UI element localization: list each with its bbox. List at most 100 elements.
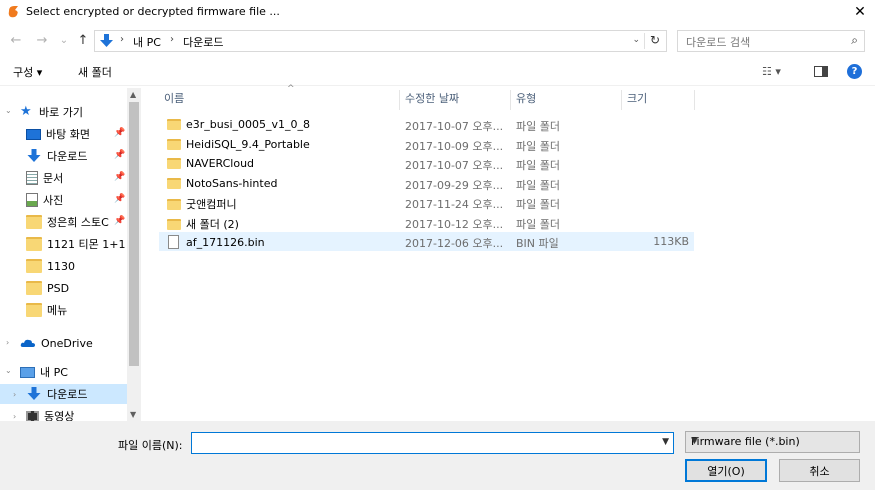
folder-icon: [167, 178, 181, 189]
folder-icon: [26, 215, 42, 229]
file-type: 파일 폴더: [516, 179, 560, 192]
file-size: 113KB: [653, 235, 689, 248]
file-row[interactable]: e3r_busi_0005_v1_0_8 2017-10-07 오후... 파일…: [159, 115, 694, 134]
search-icon[interactable]: ⌕: [851, 33, 858, 48]
expand-chevron-icon[interactable]: ›: [13, 412, 16, 421]
nav-onedrive[interactable]: OneDrive: [20, 333, 93, 353]
breadcrumb-this-pc[interactable]: 내 PC: [133, 34, 161, 50]
close-button[interactable]: ✕: [845, 0, 875, 24]
search-box[interactable]: 다운로드 검색 ⌕: [677, 30, 865, 52]
folder-icon: [26, 259, 42, 273]
cancel-button[interactable]: 취소: [779, 459, 860, 482]
nav-item-folder[interactable]: 메뉴: [26, 300, 67, 320]
file-type: 파일 폴더: [516, 218, 560, 231]
file-name-cell: af_171126.bin: [167, 235, 265, 249]
nav-item-pictures[interactable]: 사진: [26, 190, 63, 210]
pictures-icon: [26, 193, 38, 207]
computer-icon: [20, 366, 35, 378]
nav-item-documents[interactable]: 문서: [26, 168, 63, 188]
file-type: 파일 폴더: [516, 159, 560, 172]
file-name: HeidiSQL_9.4_Portable: [186, 138, 310, 151]
refresh-icon[interactable]: ↻: [650, 33, 660, 47]
column-header-name[interactable]: 이름 ^: [159, 84, 400, 110]
breadcrumb-separator: ›: [170, 34, 174, 45]
file-icon: [168, 235, 179, 249]
file-row[interactable]: NotoSans-hinted 2017-09-29 오후... 파일 폴더: [159, 174, 694, 193]
file-row[interactable]: 굿앤컴퍼니 2017-11-24 오후... 파일 폴더: [159, 193, 694, 212]
organize-button[interactable]: 구성 ▾: [13, 64, 42, 80]
nav-item-folder[interactable]: 정은희 스토C: [26, 212, 109, 232]
nav-item-downloads[interactable]: 다운로드: [26, 146, 87, 166]
expand-chevron-icon[interactable]: ›: [13, 390, 16, 399]
folder-icon: [167, 198, 181, 210]
nav-item-folder[interactable]: 1130: [26, 256, 75, 276]
nav-label: 다운로드: [47, 388, 88, 401]
pin-icon: 📌: [114, 194, 126, 204]
view-options-icon[interactable]: ☷ ▾: [762, 65, 781, 78]
address-divider: [644, 33, 645, 49]
filename-combobox[interactable]: ▼: [191, 432, 674, 454]
nav-item-desktop[interactable]: 바탕 화면: [26, 124, 90, 144]
video-icon: [26, 410, 39, 421]
column-label: 이름: [164, 92, 185, 105]
file-type: 파일 폴더: [516, 198, 560, 211]
download-arrow-icon: [100, 34, 113, 47]
breadcrumb-downloads[interactable]: 다운로드: [183, 34, 223, 50]
filetype-select[interactable]: Firmware file (*.bin) ▼: [685, 431, 860, 453]
navigation-pane: ⌄ ★ 바로 가기 바탕 화면 📌 다운로드 📌 문서 📌 사진 📌 정은희 스…: [0, 88, 141, 421]
up-button[interactable]: ↑: [75, 32, 91, 48]
download-icon: [27, 387, 41, 400]
file-date: 2017-10-12 오후...: [405, 218, 504, 231]
file-name: af_171126.bin: [186, 235, 265, 249]
address-bar[interactable]: › 내 PC › 다운로드 ⌄ ↻: [94, 30, 667, 52]
nav-label: 동영상: [44, 410, 75, 421]
file-row[interactable]: NAVERCloud 2017-10-07 오후... 파일 폴더: [159, 154, 694, 173]
file-row[interactable]: HeidiSQL_9.4_Portable 2017-10-09 오후... 파…: [159, 135, 694, 154]
column-header-type[interactable]: 유형: [511, 90, 622, 110]
filename-input[interactable]: [196, 435, 646, 451]
new-folder-button[interactable]: 새 폴더: [78, 64, 112, 80]
help-icon[interactable]: ?: [847, 64, 862, 79]
nav-label: 메뉴: [47, 304, 68, 317]
file-name-cell: 굿앤컴퍼니: [167, 196, 237, 212]
column-header-size[interactable]: 크기: [622, 90, 695, 110]
column-label: 크기: [627, 92, 648, 105]
nav-item-folder[interactable]: PSD: [26, 278, 69, 298]
nav-scrollbar[interactable]: ▲ ▼: [127, 88, 141, 421]
desktop-icon: [26, 128, 41, 140]
expand-chevron-icon[interactable]: ›: [6, 338, 9, 347]
search-placeholder: 다운로드 검색: [686, 36, 751, 49]
forward-button[interactable]: →: [34, 32, 50, 48]
scroll-up-icon[interactable]: ▲: [130, 90, 136, 99]
open-button[interactable]: 열기(O): [685, 459, 767, 482]
pin-icon: 📌: [114, 172, 126, 182]
folder-icon: [26, 237, 42, 251]
nav-label: 바로 가기: [39, 106, 83, 119]
nav-this-pc[interactable]: 내 PC: [20, 362, 68, 382]
folder-icon: [167, 158, 181, 169]
column-header-date[interactable]: 수정한 날짜: [400, 90, 511, 110]
chevron-down-icon[interactable]: ▼: [691, 436, 854, 446]
nav-item-folder[interactable]: 1121 티몬 1+1: [26, 234, 125, 254]
file-row-selected[interactable]: af_171126.bin 2017-12-06 오후... BIN 파일 11…: [159, 232, 694, 251]
chevron-down-icon[interactable]: ▼: [662, 437, 669, 447]
nav-item-videos[interactable]: 동영상: [26, 406, 74, 421]
collapse-chevron-icon[interactable]: ⌄: [5, 106, 12, 115]
file-name: e3r_busi_0005_v1_0_8: [186, 118, 311, 131]
title-bar: Select encrypted or decrypted firmware f…: [0, 0, 875, 24]
navigation-row: ← → ⌄ ↑ › 내 PC › 다운로드 ⌄ ↻ 다운로드 검색 ⌕: [0, 28, 875, 54]
file-date: 2017-12-06 오후...: [405, 237, 504, 250]
preview-pane-icon[interactable]: [814, 66, 828, 77]
recent-locations-button[interactable]: ⌄: [56, 32, 72, 48]
collapse-chevron-icon[interactable]: ⌄: [5, 366, 12, 375]
star-icon: ★: [20, 104, 32, 119]
address-dropdown-icon[interactable]: ⌄: [632, 35, 640, 45]
scrollbar-thumb[interactable]: [129, 102, 139, 366]
nav-quick-access[interactable]: ★ 바로 가기: [20, 102, 83, 122]
file-row[interactable]: 새 폴더 (2) 2017-10-12 오후... 파일 폴더: [159, 213, 694, 232]
back-button[interactable]: ←: [8, 32, 24, 48]
column-label: 수정한 날짜: [405, 92, 460, 105]
nav-item-pc-downloads[interactable]: 다운로드: [0, 384, 127, 404]
scroll-down-icon[interactable]: ▼: [130, 410, 136, 419]
pin-icon: 📌: [114, 150, 126, 160]
